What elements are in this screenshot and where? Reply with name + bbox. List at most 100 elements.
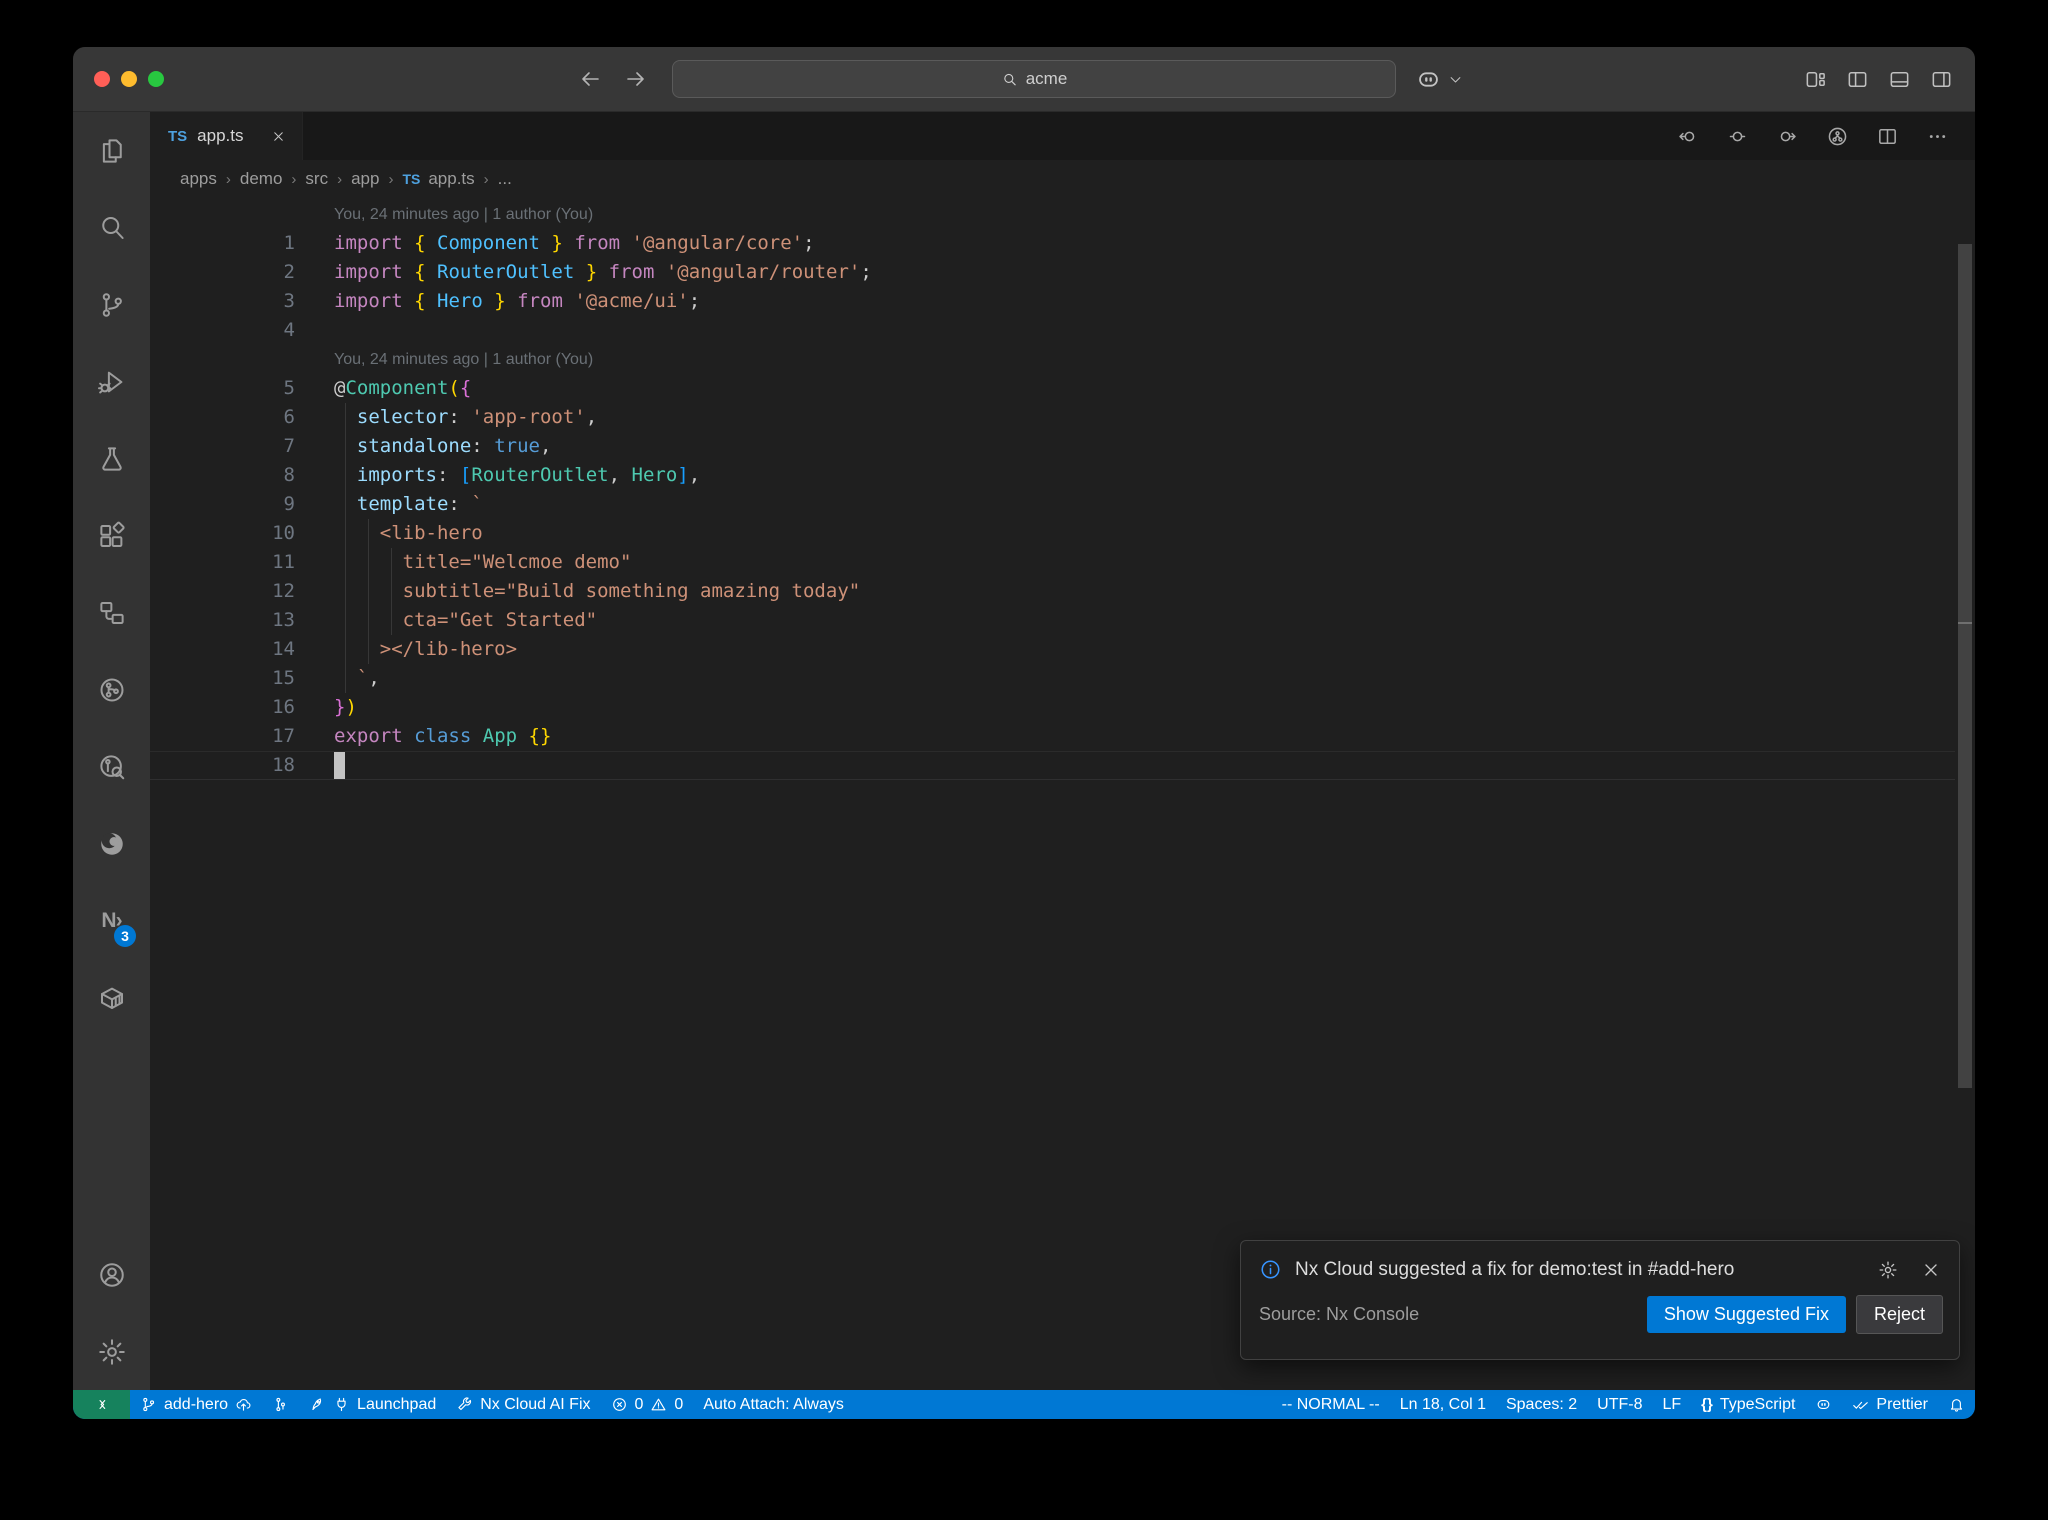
- code-editor[interactable]: You, 24 minutes ago | 1 author (You) 1 imp…: [150, 198, 1975, 1390]
- status-item-git-graph[interactable]: [262, 1390, 299, 1419]
- gitlens-graph-icon: [97, 675, 127, 705]
- breadcrumb-item-apps[interactable]: apps: [180, 169, 217, 189]
- breadcrumb-separator: ›: [388, 170, 394, 188]
- split-editor-icon[interactable]: [1876, 125, 1899, 148]
- breadcrumb-item-demo[interactable]: demo: [240, 169, 283, 189]
- code-text: import { RouterOutlet } from '@angular/r…: [334, 258, 872, 287]
- activity-bar-item-references[interactable]: [73, 574, 150, 651]
- source-control-graph-icon[interactable]: [1826, 125, 1849, 148]
- copilot-menu[interactable]: [1415, 47, 1463, 111]
- status-item-eol[interactable]: LF: [1652, 1390, 1691, 1419]
- status-item-indentation[interactable]: Spaces: 2: [1496, 1390, 1587, 1419]
- activity-bar-item-edge-devtools[interactable]: [73, 805, 150, 882]
- search-icon: [97, 213, 127, 243]
- status-bar-right: -- NORMAL -- Ln 18, Col 1 Spaces: 2 UTF-8 LF…: [1272, 1390, 1975, 1419]
- status-item-notifications-bell[interactable]: [1938, 1390, 1975, 1419]
- status-item-launchpad[interactable]: Launchpad: [299, 1390, 446, 1419]
- activity-bar-item-containers[interactable]: [73, 959, 150, 1036]
- line-number: 1: [283, 232, 295, 254]
- code-token: ]: [677, 464, 689, 486]
- activity-bar-item-manage[interactable]: [73, 1313, 150, 1390]
- typescript-file-icon: TS: [168, 127, 188, 145]
- info-icon: [1259, 1258, 1282, 1281]
- code-token: RouterOutlet: [437, 261, 575, 283]
- code-token: true: [494, 435, 540, 457]
- git-graph-icon: [272, 1396, 289, 1413]
- line-number: 4: [283, 319, 295, 341]
- activity-bar: N› 3: [73, 112, 150, 1390]
- breadcrumb-item--[interactable]: ...: [498, 169, 512, 189]
- status-item-nx-cloud-ai-fix[interactable]: Nx Cloud AI Fix: [446, 1390, 600, 1419]
- code-line: 6 selector: 'app-root',: [150, 403, 1975, 432]
- breadcrumb-item-app[interactable]: app: [351, 169, 379, 189]
- minimize-window-button[interactable]: [121, 71, 137, 87]
- status-item-encoding[interactable]: UTF-8: [1587, 1390, 1652, 1419]
- activity-bar-item-source-control[interactable]: [73, 266, 150, 343]
- code-token: ,: [585, 406, 598, 428]
- toggle-primary-sidebar-icon[interactable]: [1846, 68, 1869, 91]
- status-item-vim-mode[interactable]: -- NORMAL --: [1272, 1390, 1390, 1419]
- code-token: ,: [608, 464, 621, 486]
- status-item-language-mode[interactable]: {} TypeScript: [1691, 1390, 1805, 1419]
- code-token: RouterOutlet: [471, 464, 609, 486]
- notification-close-icon[interactable]: [1921, 1260, 1941, 1280]
- activity-bar-item-accounts[interactable]: [73, 1236, 150, 1313]
- code-token: from: [574, 232, 621, 254]
- reject-button[interactable]: Reject: [1855, 1295, 1943, 1334]
- navigate-forward-icon[interactable]: [1776, 125, 1799, 148]
- code-token: `: [471, 493, 483, 515]
- status-item-formatter[interactable]: Prettier: [1842, 1390, 1938, 1419]
- breadcrumb-separator: ›: [225, 170, 231, 188]
- navigate-back-icon[interactable]: [1676, 125, 1699, 148]
- toggle-panel-icon[interactable]: [1888, 68, 1911, 91]
- command-center-search[interactable]: acme: [672, 60, 1396, 98]
- status-item-branch-status[interactable]: add-hero: [130, 1390, 262, 1419]
- activity-bar-item-nx-console[interactable]: N› 3: [73, 882, 150, 959]
- more-actions-icon[interactable]: [1926, 125, 1949, 148]
- activity-bar-item-run-and-debug[interactable]: [73, 343, 150, 420]
- activity-bar-item-extensions[interactable]: [73, 497, 150, 574]
- show-suggested-fix-button[interactable]: Show Suggested Fix: [1646, 1296, 1846, 1333]
- history-back-icon[interactable]: [578, 67, 602, 91]
- close-window-button[interactable]: [94, 71, 110, 87]
- maximize-window-button[interactable]: [148, 71, 164, 87]
- code-token: `: [334, 667, 369, 689]
- activity-bar-item-gitlens-graph[interactable]: [73, 651, 150, 728]
- activity-bar-item-testing[interactable]: [73, 420, 150, 497]
- activity-bar-item-explorer[interactable]: [73, 112, 150, 189]
- line-number: 18: [272, 754, 295, 776]
- tab-bar: TS app.ts: [150, 112, 1975, 160]
- code-token: ): [345, 696, 357, 718]
- status-item-copilot-status[interactable]: [1805, 1390, 1842, 1419]
- code-token: :: [448, 493, 460, 515]
- status-item-remote-indicator[interactable]: [73, 1390, 130, 1419]
- navigate-current-icon[interactable]: [1726, 125, 1749, 148]
- notification-settings-icon[interactable]: [1878, 1260, 1898, 1280]
- breadcrumb-item-src[interactable]: src: [305, 169, 328, 189]
- breadcrumb-item-app-ts[interactable]: TS app.ts: [402, 169, 474, 189]
- activity-bar-item-search[interactable]: [73, 189, 150, 266]
- code-token: Component: [345, 377, 449, 399]
- code-token: ;: [688, 290, 701, 312]
- code-token: selector: [356, 406, 449, 428]
- toggle-secondary-sidebar-icon[interactable]: [1930, 68, 1953, 91]
- status-item-auto-attach[interactable]: Auto Attach: Always: [693, 1390, 854, 1419]
- customize-layout-icon[interactable]: [1804, 68, 1827, 91]
- close-tab-icon[interactable]: [271, 129, 286, 144]
- activity-bar-item-gitlens-inspect[interactable]: [73, 728, 150, 805]
- tab-app-ts[interactable]: TS app.ts: [150, 112, 304, 160]
- account-icon: [97, 1260, 127, 1290]
- status-item-cursor-position[interactable]: Ln 18, Col 1: [1390, 1390, 1496, 1419]
- history-forward-icon[interactable]: [624, 67, 648, 91]
- code-token: {: [414, 232, 426, 254]
- status-item-problems[interactable]: 00: [601, 1390, 694, 1419]
